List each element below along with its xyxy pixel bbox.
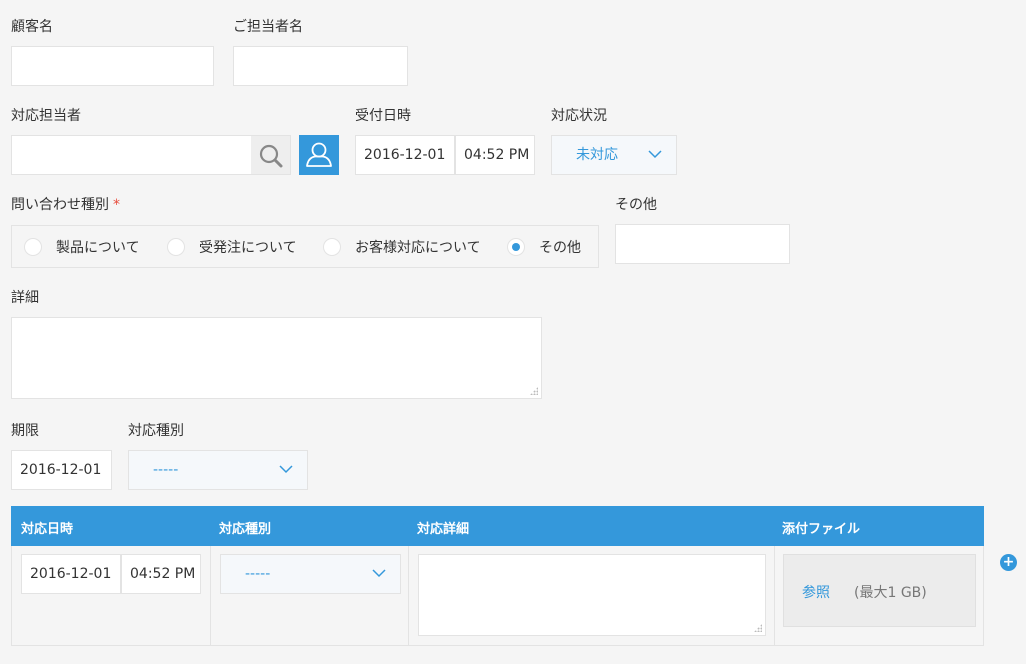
- row-detail-textarea[interactable]: [418, 554, 766, 636]
- user-icon: [306, 142, 332, 167]
- column-divider: [774, 546, 775, 646]
- radio-label: お客様対応について: [355, 240, 481, 256]
- response-type-label: 対応種別: [128, 423, 184, 439]
- radio-option-product[interactable]: 製品について: [24, 228, 140, 266]
- customer-label: 顧客名: [11, 19, 53, 35]
- deadline-input[interactable]: 2016-12-01: [11, 450, 112, 490]
- response-type-value: -----: [153, 462, 179, 478]
- customer-input[interactable]: [11, 46, 214, 86]
- radio-option-customer-service[interactable]: お客様対応について: [323, 228, 481, 266]
- inquiry-type-radio-group: 製品について 受発注について お客様対応について その他: [11, 225, 599, 268]
- assignee-search-button[interactable]: [251, 135, 291, 175]
- search-icon: [259, 144, 283, 168]
- radio-option-order[interactable]: 受発注について: [167, 228, 297, 266]
- table-row: 2016-12-01 04:52 PM ----- 参照 (最大1 GB): [11, 546, 984, 646]
- attachment-dropzone: 参照 (最大1 GB): [783, 554, 976, 627]
- radio-button[interactable]: [167, 238, 185, 256]
- details-label: 詳細: [11, 290, 39, 306]
- radio-label: 製品について: [56, 240, 140, 256]
- radio-button-selected[interactable]: [507, 238, 525, 256]
- status-value: 未対応: [576, 147, 618, 163]
- details-textarea[interactable]: [11, 317, 542, 399]
- received-date-input[interactable]: 2016-12-01: [355, 135, 455, 175]
- received-time-input[interactable]: 04:52 PM: [455, 135, 535, 175]
- chevron-down-icon: [372, 569, 386, 578]
- deadline-label: 期限: [11, 423, 39, 439]
- chevron-down-icon: [648, 150, 662, 159]
- table-header: 対応日時 対応種別 対応詳細 添付ファイル: [11, 506, 984, 546]
- plus-circle-icon[interactable]: +: [1000, 554, 1017, 571]
- assignee-label: 対応担当者: [11, 108, 81, 124]
- browse-button[interactable]: 参照: [802, 582, 830, 602]
- column-header-attachment: 添付ファイル: [782, 522, 861, 537]
- inquiry-type-label: 問い合わせ種別 *: [11, 197, 120, 213]
- assignee-user-button[interactable]: [299, 135, 339, 175]
- radio-label: その他: [539, 240, 581, 256]
- row-type-select[interactable]: -----: [220, 554, 401, 594]
- contact-person-label: ご担当者名: [233, 19, 303, 35]
- inquiry-type-label-text: 問い合わせ種別: [11, 197, 109, 213]
- assignee-input[interactable]: [11, 135, 252, 175]
- radio-label: 受発注について: [199, 240, 297, 256]
- other-label: その他: [615, 197, 657, 213]
- column-header-date: 対応日時: [21, 522, 74, 537]
- row-time-input[interactable]: 04:52 PM: [121, 554, 201, 594]
- radio-option-other[interactable]: その他: [507, 228, 581, 266]
- row-date-input[interactable]: 2016-12-01: [21, 554, 121, 594]
- radio-button[interactable]: [323, 238, 341, 256]
- max-size-text: (最大1 GB): [854, 585, 927, 601]
- required-mark: *: [113, 197, 120, 213]
- other-input[interactable]: [615, 224, 790, 264]
- received-label: 受付日時: [355, 108, 411, 124]
- column-header-type: 対応種別: [219, 522, 272, 537]
- resize-handle[interactable]: [754, 624, 762, 632]
- column-header-detail: 対応詳細: [417, 522, 470, 537]
- contact-person-input[interactable]: [233, 46, 408, 86]
- column-divider: [408, 546, 409, 646]
- column-divider: [210, 546, 211, 646]
- response-type-select[interactable]: -----: [128, 450, 308, 490]
- row-type-value: -----: [245, 566, 271, 582]
- status-select[interactable]: 未対応: [551, 135, 677, 175]
- status-label: 対応状況: [551, 108, 607, 124]
- radio-button[interactable]: [24, 238, 42, 256]
- resize-handle[interactable]: [530, 387, 538, 395]
- chevron-down-icon: [279, 465, 293, 474]
